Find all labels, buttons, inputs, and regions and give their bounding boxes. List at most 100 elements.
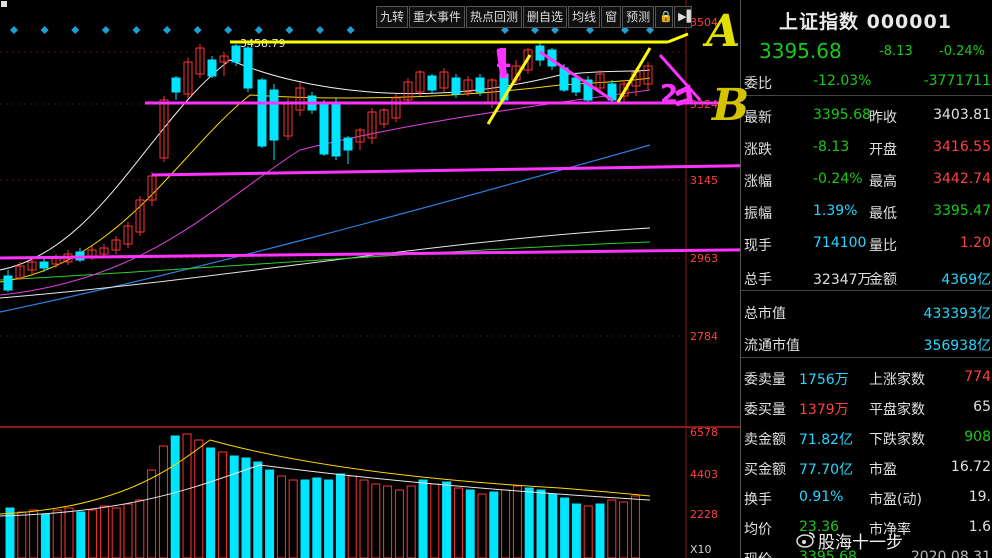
lock-icon[interactable]: 🔒 bbox=[655, 6, 674, 28]
quote-label: 市盈 bbox=[869, 462, 897, 478]
chart-canvas[interactable]: 35043324314529632784657844032228X103458.… bbox=[0, 0, 920, 558]
toolbar-jiuzhuan[interactable]: 九转 bbox=[376, 6, 409, 28]
volume-bar bbox=[99, 505, 109, 558]
volume-bar bbox=[619, 501, 629, 558]
volume-bar bbox=[536, 489, 546, 558]
panel-divider bbox=[741, 95, 992, 96]
candle-body bbox=[475, 77, 485, 93]
toolbar-forecast[interactable]: 预测 bbox=[622, 6, 655, 28]
quote-row: 涨幅 -0.24% 最高 3442.74 bbox=[741, 164, 992, 194]
volume-bar bbox=[312, 477, 322, 558]
volume-bar bbox=[300, 479, 310, 558]
quote-label: 上涨家数 bbox=[869, 372, 925, 388]
y-tick-label: 2963 bbox=[690, 252, 718, 265]
weibo-icon bbox=[796, 532, 815, 548]
quote-value: 356938亿 bbox=[923, 338, 991, 354]
volume-bar bbox=[158, 445, 168, 558]
quote-label: 卖金额 bbox=[744, 432, 786, 448]
volume-bar bbox=[560, 497, 570, 558]
scroll-right-icon[interactable]: ▶▌ bbox=[674, 6, 695, 28]
candle-body bbox=[451, 77, 461, 95]
volume-bar bbox=[595, 503, 605, 558]
volume-bar bbox=[135, 499, 145, 558]
volume-bar bbox=[548, 493, 558, 558]
volume-bar bbox=[394, 489, 404, 558]
quote-label: 总市值 bbox=[744, 306, 786, 322]
quote-row: 现手 714100 量比 1.20 bbox=[741, 228, 992, 258]
quote-label: 振幅 bbox=[744, 206, 772, 222]
volume-bar bbox=[253, 461, 263, 558]
volume-bar bbox=[17, 511, 27, 558]
corner-marker-icon bbox=[1, 1, 7, 7]
quote-value: -12.03% bbox=[813, 73, 872, 89]
quote-value: 65 bbox=[973, 399, 991, 415]
volume-bar bbox=[265, 469, 275, 558]
toolbar-hot-review[interactable]: 热点回测 bbox=[466, 6, 523, 28]
quote-label: 换手 bbox=[744, 492, 772, 508]
y-tick-label: 3145 bbox=[690, 174, 718, 187]
volume-bar bbox=[88, 509, 98, 558]
quote-label: 涨跌 bbox=[744, 142, 772, 158]
quote-row: 总手 32347万 金额 4369亿 bbox=[741, 262, 992, 292]
quote-value: 2020.08.31 bbox=[910, 549, 991, 558]
volume-bar bbox=[182, 433, 192, 558]
event-marker-icon bbox=[254, 26, 263, 34]
quote-value: 1.20 bbox=[959, 235, 991, 251]
toolbar-major-events[interactable]: 重大事件 bbox=[409, 6, 466, 28]
toolbar-window[interactable]: 窗 bbox=[601, 6, 622, 28]
volume-tick-label: 4403 bbox=[690, 468, 718, 481]
event-marker-icon bbox=[40, 26, 49, 34]
toolbar-ma-line[interactable]: 均线 bbox=[568, 6, 601, 28]
event-marker-icon bbox=[193, 26, 202, 34]
volume-bar bbox=[359, 479, 369, 558]
chart-toolbar: 九转 重大事件 热点回测 删自选 均线窗预测 🔒 ▶▌ bbox=[376, 6, 695, 28]
quote-label: 委卖量 bbox=[744, 372, 786, 388]
volume-bar bbox=[501, 489, 511, 558]
volume-bar bbox=[229, 455, 239, 558]
quote-row: 换手 0.91% 市盈(动) 19. bbox=[741, 482, 992, 512]
quote-value: 1756万 bbox=[799, 372, 849, 388]
quote-label: 市盈(动) bbox=[869, 492, 922, 508]
quote-value: -0.24% bbox=[813, 171, 863, 187]
toolbar-remove-self-select[interactable]: 删自选 bbox=[523, 6, 568, 28]
candle-body bbox=[243, 47, 253, 89]
quote-label: 买金额 bbox=[744, 462, 786, 478]
ma-line bbox=[0, 59, 651, 271]
quote-row: 买金额 77.70亿 市盈 16.72 bbox=[741, 452, 992, 482]
volume-bar bbox=[347, 475, 357, 558]
volume-bar bbox=[524, 487, 534, 558]
kline-chart[interactable]: 35043324314529632784657844032228X103458.… bbox=[0, 0, 920, 558]
volume-bar bbox=[76, 511, 86, 558]
candle-body bbox=[231, 45, 241, 63]
quote-row: 委卖量 1756万 上涨家数 774 bbox=[741, 362, 992, 392]
volume-bar bbox=[206, 447, 216, 558]
candle-body bbox=[269, 89, 279, 141]
current-price: 3395.68 bbox=[759, 39, 842, 63]
quote-row: 委买量 1379万 平盘家数 65 bbox=[741, 392, 992, 422]
volume-bar bbox=[276, 475, 286, 558]
quote-value: 71.82亿 bbox=[799, 432, 854, 448]
volume-bar bbox=[371, 483, 381, 558]
volume-tick-label: 2228 bbox=[690, 508, 718, 521]
event-marker-icon bbox=[285, 26, 294, 34]
trend-arrow bbox=[616, 47, 652, 103]
candle-body bbox=[427, 75, 437, 91]
candle-body bbox=[39, 261, 49, 269]
volume-bar bbox=[288, 479, 298, 558]
volume-bar bbox=[630, 495, 640, 558]
support-line bbox=[151, 161, 916, 177]
quote-label: 委买量 bbox=[744, 402, 786, 418]
annotation-letter-a: A bbox=[706, 6, 741, 57]
candle-body bbox=[331, 103, 341, 157]
quote-value: 4369亿 bbox=[941, 272, 991, 288]
volume-bar bbox=[111, 507, 121, 558]
candle-body bbox=[207, 59, 217, 77]
quote-row: 最新 3395.68 昨收 3403.81 bbox=[741, 100, 992, 130]
annotation-letter-b: B bbox=[712, 80, 750, 131]
quote-label: 最低 bbox=[869, 206, 897, 222]
quote-value: 433393亿 bbox=[923, 306, 991, 322]
quote-value: 16.72 bbox=[950, 459, 991, 475]
event-marker-icon bbox=[101, 26, 110, 34]
candle-body bbox=[3, 275, 13, 291]
volume-bar bbox=[607, 499, 617, 558]
